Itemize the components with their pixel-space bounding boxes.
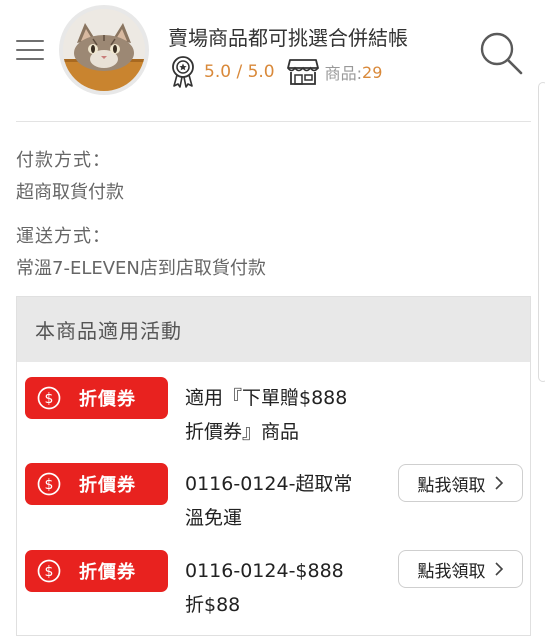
chevron-right-icon [494, 562, 503, 576]
store-icon [286, 59, 319, 85]
shop-stats: 5.0 / 5.0 商品: 29 [170, 55, 382, 89]
search-icon[interactable] [478, 30, 524, 76]
claim-coupon-button[interactable]: 點我領取 [398, 550, 523, 588]
promotions-header: 本商品適用活動 [17, 297, 530, 362]
shop-avatar[interactable] [59, 5, 149, 95]
scrollbar-edge [538, 82, 545, 382]
claim-coupon-label: 點我領取 [417, 561, 486, 582]
payment-method-value: 超商取貨付款 [16, 182, 124, 203]
promotion-description: 0116-0124-$888折$88 [185, 560, 344, 616]
promotion-description: 適用『下單贈$888折價券』商品 [185, 387, 348, 443]
award-badge-icon [172, 56, 194, 88]
shipping-method-label: 運送方式： [16, 226, 111, 247]
shop-name: 賣場商品都可挑選合併結帳 [168, 26, 408, 50]
coupon-badge: $ 折價券 [25, 463, 168, 505]
shipping-method-value: 常溫7-ELEVEN店到店取貨付款 [16, 258, 266, 279]
coupon-badge-label: 折價券 [79, 475, 136, 496]
claim-coupon-button[interactable]: 點我領取 [398, 464, 523, 502]
shop-header: 賣場商品都可挑選合併結帳 5.0 / 5.0 商品: 29 [0, 0, 545, 112]
coupon-badge-label: 折價券 [79, 562, 136, 583]
svg-text:$: $ [45, 391, 54, 407]
dollar-coin-icon: $ [37, 559, 61, 583]
promotion-description: 0116-0124-超取常溫免運 [185, 473, 353, 529]
dollar-coin-icon: $ [37, 472, 61, 496]
claim-coupon-label: 點我領取 [417, 475, 486, 496]
svg-text:$: $ [45, 564, 54, 580]
promotions-panel: 本商品適用活動 $ 折價券 適用『下單贈$888折價券』商品 $ 折價券 011… [16, 296, 531, 636]
product-count: 29 [362, 62, 383, 82]
dollar-coin-icon: $ [37, 386, 61, 410]
cat-photo [63, 9, 145, 91]
chevron-right-icon [494, 476, 503, 490]
menu-icon[interactable] [16, 38, 44, 62]
svg-text:$: $ [45, 477, 54, 493]
shop-rating: 5.0 / 5.0 [204, 62, 275, 82]
coupon-badge: $ 折價券 [25, 550, 168, 592]
product-count-label: 商品: [324, 64, 363, 83]
payment-method-label: 付款方式： [16, 150, 111, 171]
promotions-title: 本商品適用活動 [35, 319, 182, 343]
header-divider [16, 121, 531, 122]
coupon-badge-label: 折價券 [79, 389, 136, 410]
coupon-badge: $ 折價券 [25, 377, 168, 419]
